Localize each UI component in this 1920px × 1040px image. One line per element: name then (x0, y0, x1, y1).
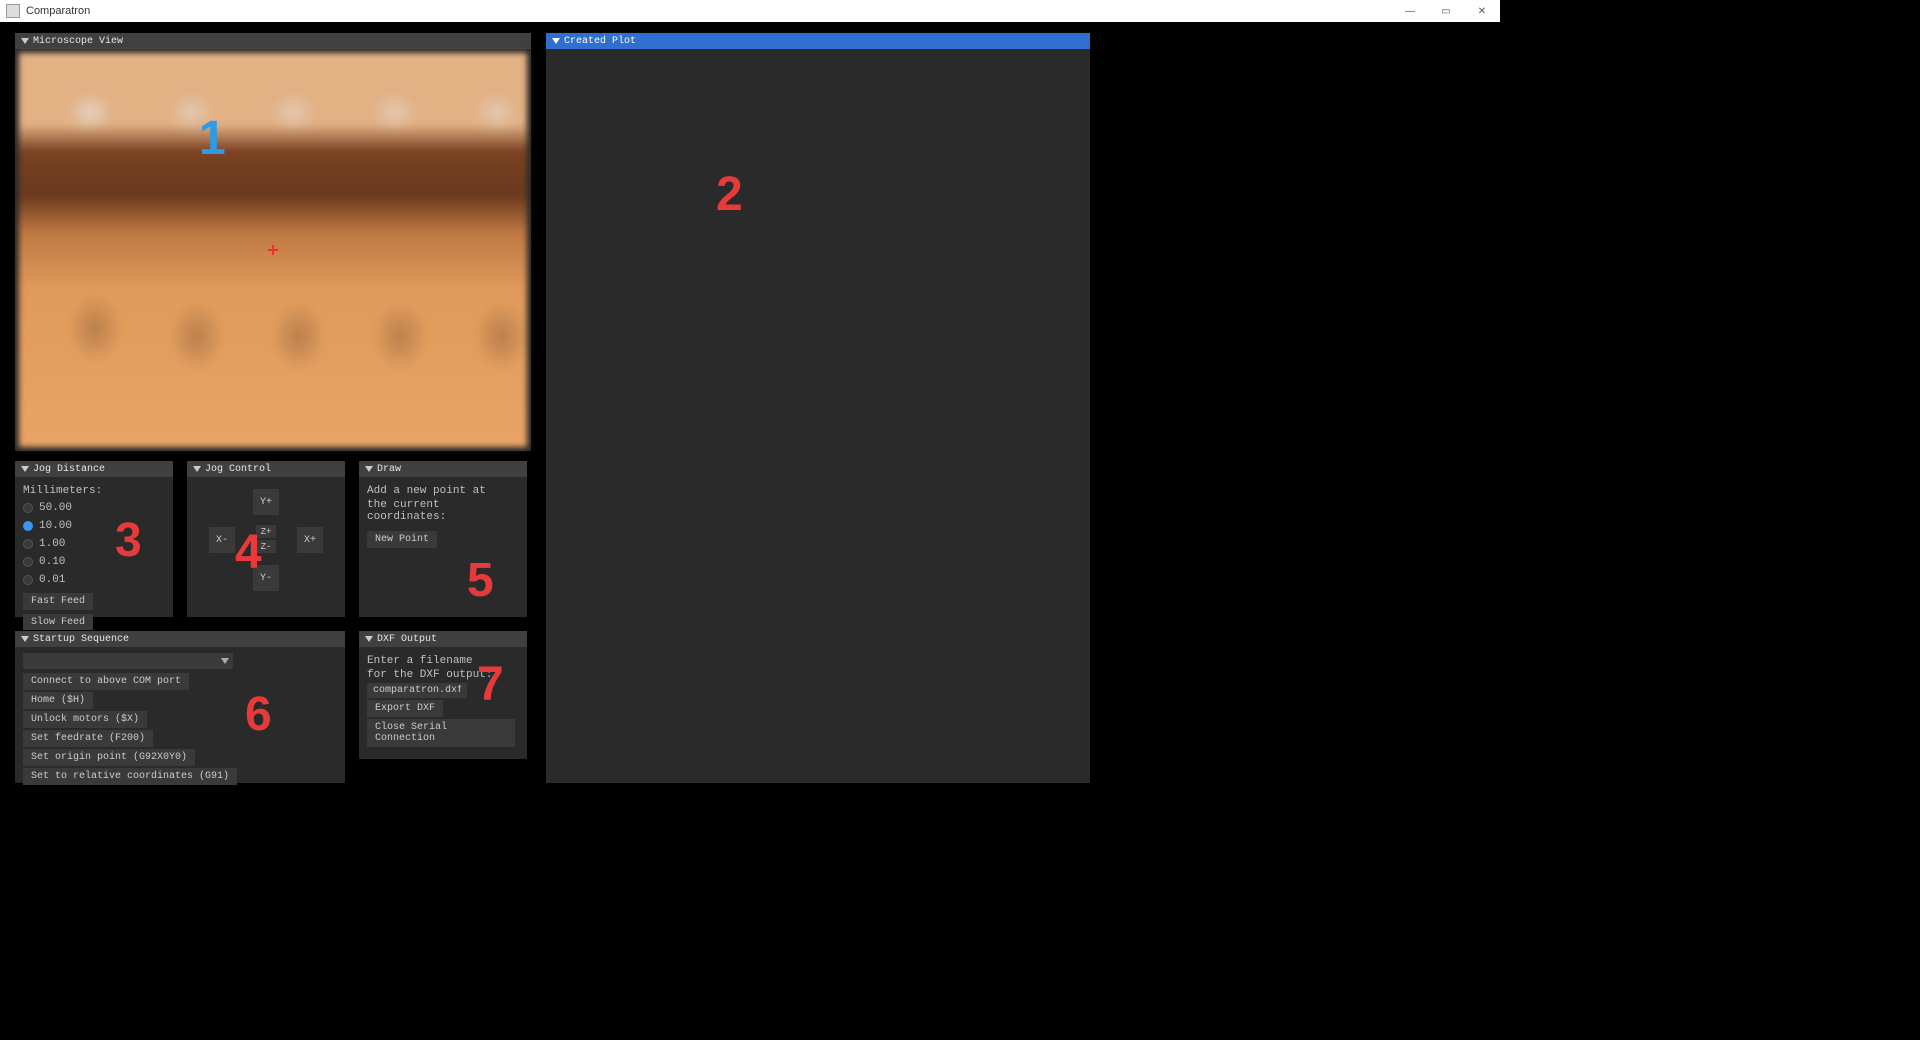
dxf-text-1: Enter a filename (367, 655, 519, 667)
panel-title: Startup Sequence (33, 634, 129, 645)
panel-header-jog-control[interactable]: Jog Control (187, 461, 345, 477)
collapse-icon (21, 636, 29, 642)
panel-title: Created Plot (564, 36, 636, 47)
jog-z-plus-button[interactable]: Z+ (256, 525, 276, 538)
radio-0-01[interactable]: 0.01 (23, 571, 165, 589)
jog-distance-label: Millimeters: (23, 485, 165, 497)
panel-draw: Draw Add a new point at the current coor… (358, 460, 528, 618)
radio-0-10[interactable]: 0.10 (23, 553, 165, 571)
startup-relative-button[interactable]: Set to relative coordinates (G91) (23, 768, 237, 785)
startup-connect-button[interactable]: Connect to above COM port (23, 673, 189, 690)
startup-home-button[interactable]: Home ($H) (23, 692, 93, 709)
panel-dxf-output: DXF Output Enter a filename for the DXF … (358, 630, 528, 760)
app-icon (6, 4, 20, 18)
panel-header-dxf[interactable]: DXF Output (359, 631, 527, 647)
startup-feedrate-button[interactable]: Set feedrate (F200) (23, 730, 153, 747)
panel-microscope-view: Microscope View 1 (14, 32, 532, 452)
radio-label: 10.00 (39, 520, 72, 532)
collapse-icon (21, 466, 29, 472)
panel-title: Microscope View (33, 36, 123, 47)
panel-title: Jog Distance (33, 464, 105, 475)
draw-text-2: the current coordinates: (367, 499, 519, 523)
jog-y-plus-button[interactable]: Y+ (253, 489, 279, 515)
panel-title: DXF Output (377, 634, 437, 645)
startup-origin-button[interactable]: Set origin point (G92X0Y0) (23, 749, 195, 766)
collapse-icon (193, 466, 201, 472)
jog-y-minus-button[interactable]: Y- (253, 565, 279, 591)
collapse-icon (365, 466, 373, 472)
panel-header-microscope[interactable]: Microscope View (15, 33, 531, 49)
panel-startup-sequence: Startup Sequence Connect to above COM po… (14, 630, 346, 784)
jog-z-minus-button[interactable]: Z- (256, 540, 276, 553)
close-button[interactable]: ✕ (1464, 0, 1500, 22)
draw-text-1: Add a new point at (367, 485, 519, 497)
slow-feed-button[interactable]: Slow Feed (23, 614, 93, 631)
collapse-icon (552, 38, 560, 44)
collapse-icon (365, 636, 373, 642)
window-titlebar: Comparatron — ▭ ✕ (0, 0, 1500, 22)
panel-header-startup[interactable]: Startup Sequence (15, 631, 345, 647)
crosshair-icon (268, 245, 278, 255)
maximize-button[interactable]: ▭ (1428, 0, 1464, 22)
dxf-text-2: for the DXF output: (367, 669, 519, 681)
panel-header-plot[interactable]: Created Plot (546, 33, 1090, 49)
panel-title: Draw (377, 464, 401, 475)
annotation-5: 5 (467, 553, 494, 608)
export-dxf-button[interactable]: Export DXF (367, 700, 443, 717)
jog-x-plus-button[interactable]: X+ (297, 527, 323, 553)
window-title: Comparatron (26, 5, 90, 17)
minimize-button[interactable]: — (1392, 0, 1428, 22)
dxf-filename-input[interactable] (367, 683, 467, 698)
panel-jog-control: Jog Control Y+ Y- X- X+ Z+ Z- 4 (186, 460, 346, 618)
radio-10[interactable]: 10.00 (23, 517, 165, 535)
new-point-button[interactable]: New Point (367, 531, 437, 548)
plot-canvas[interactable] (546, 49, 1090, 783)
panel-header-draw[interactable]: Draw (359, 461, 527, 477)
radio-1[interactable]: 1.00 (23, 535, 165, 553)
panel-created-plot: Created Plot 2 (545, 32, 1091, 784)
radio-label: 1.00 (39, 538, 65, 550)
radio-label: 50.00 (39, 502, 72, 514)
panel-title: Jog Control (205, 464, 271, 475)
radio-label: 0.01 (39, 574, 65, 586)
jog-grid: Y+ Y- X- X+ Z+ Z- (201, 483, 331, 593)
radio-50[interactable]: 50.00 (23, 499, 165, 517)
close-serial-button[interactable]: Close Serial Connection (367, 719, 515, 747)
chevron-down-icon (221, 658, 229, 664)
jog-x-minus-button[interactable]: X- (209, 527, 235, 553)
window-controls: — ▭ ✕ (1392, 0, 1500, 22)
fast-feed-button[interactable]: Fast Feed (23, 593, 93, 610)
collapse-icon (21, 38, 29, 44)
com-port-select[interactable] (23, 653, 233, 669)
panel-header-jog-distance[interactable]: Jog Distance (15, 461, 173, 477)
workspace: Microscope View 1 Created Plot 2 Jog Dis… (0, 22, 1500, 812)
panel-jog-distance: Jog Distance Millimeters: 50.00 10.00 1.… (14, 460, 174, 618)
radio-label: 0.10 (39, 556, 65, 568)
startup-unlock-button[interactable]: Unlock motors ($X) (23, 711, 147, 728)
